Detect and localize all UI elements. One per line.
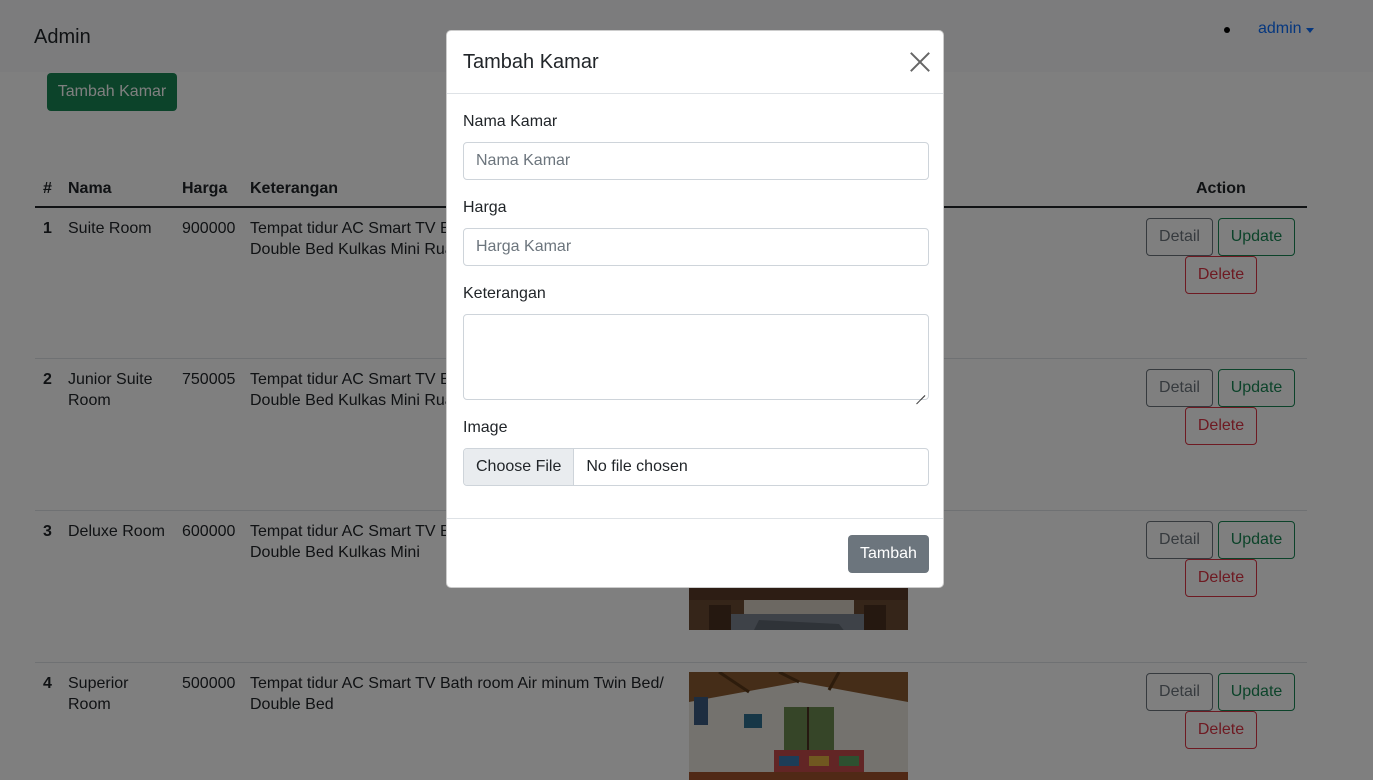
- room-name-input[interactable]: [463, 142, 929, 180]
- room-price-input[interactable]: [463, 228, 929, 266]
- choose-file-button[interactable]: Choose File: [464, 449, 575, 485]
- image-label: Image: [463, 419, 508, 436]
- file-status: No file chosen: [586, 458, 688, 475]
- price-label: Harga: [463, 199, 507, 216]
- resize-grip-icon[interactable]: [915, 386, 925, 396]
- modal-footer: Tambah: [447, 518, 943, 589]
- add-room-modal: Tambah Kamar Nama Kamar Harga Keterangan…: [446, 30, 944, 588]
- modal-header: Tambah Kamar: [447, 31, 943, 94]
- modal-title: Tambah Kamar: [463, 51, 599, 73]
- submit-button[interactable]: Tambah: [848, 535, 929, 573]
- close-icon[interactable]: [909, 51, 931, 73]
- desc-label: Keterangan: [463, 285, 546, 302]
- name-label: Nama Kamar: [463, 113, 558, 130]
- room-desc-textarea[interactable]: [463, 314, 929, 400]
- image-file-input[interactable]: Choose File No file chosen: [463, 448, 929, 486]
